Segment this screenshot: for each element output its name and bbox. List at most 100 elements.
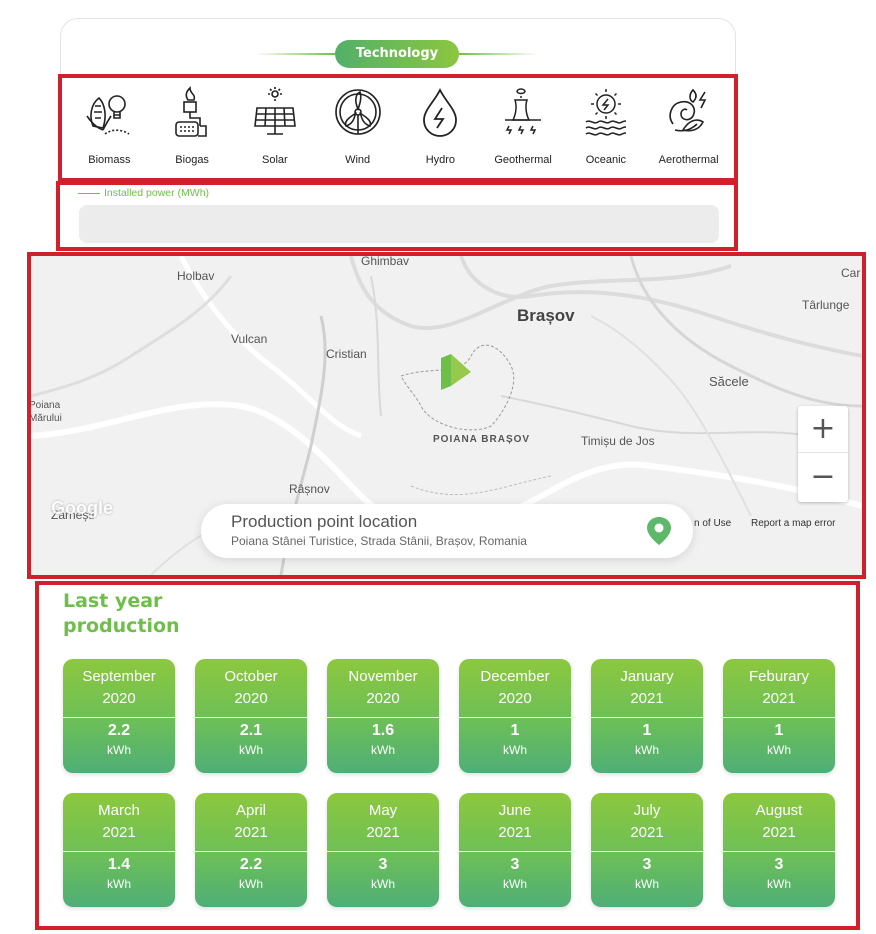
month-label: March xyxy=(98,802,140,819)
production-value: 1.6 xyxy=(371,722,395,739)
location-pin-icon[interactable] xyxy=(645,516,673,546)
production-unit: kWh xyxy=(635,877,659,891)
tech-label-biomass: Biomass xyxy=(88,154,131,166)
card-divider xyxy=(327,851,439,852)
production-unit: kWh xyxy=(107,877,131,891)
month-label: July xyxy=(633,802,661,819)
card-divider xyxy=(723,717,835,718)
year-label: 2021 xyxy=(234,824,268,841)
map-label-ghimbav: Ghimbav xyxy=(361,254,410,268)
month-label: December xyxy=(480,668,550,685)
zoom-out-button[interactable]: − xyxy=(798,454,848,501)
production-month-card: December 2020 1 kWh xyxy=(459,659,571,773)
year-label: 2021 xyxy=(498,824,532,841)
map-label-brasov: Brașov xyxy=(517,306,575,325)
tech-label-wind: Wind xyxy=(345,154,371,166)
tech-option-biomass[interactable]: Biomass xyxy=(68,82,151,178)
year-label: 2021 xyxy=(630,690,664,707)
map-label-holbav: Holbav xyxy=(177,269,215,283)
tech-option-wind[interactable]: Wind xyxy=(316,82,399,178)
tech-option-biogas[interactable]: Biogas xyxy=(151,82,234,178)
production-value: 1 xyxy=(774,722,784,739)
production-unit: kWh xyxy=(503,877,527,891)
card-divider xyxy=(459,717,571,718)
production-unit: kWh xyxy=(239,743,263,757)
tech-label-oceanic: Oceanic xyxy=(585,154,627,166)
production-unit: kWh xyxy=(371,877,395,891)
installed-power-input[interactable] xyxy=(79,205,719,243)
month-label: November xyxy=(348,668,418,685)
production-value: 3 xyxy=(378,856,388,873)
water-drop-icon xyxy=(423,87,458,137)
google-logo: Google xyxy=(51,498,113,518)
month-label: Feburary xyxy=(748,668,810,685)
oceanic-icon xyxy=(585,89,626,136)
location-address: Poiana Stânei Turistice, Strada Stânii, … xyxy=(231,534,527,548)
production-month-card: September 2020 2.2 kWh xyxy=(63,659,175,773)
production-value: 2.2 xyxy=(239,856,263,873)
wind-turbine-icon xyxy=(334,89,381,135)
production-month-grid: September 2020 2.2 kWh October 2020 2.1 kWh Nove… xyxy=(63,659,843,909)
year-label: 2020 xyxy=(498,690,532,707)
card-divider xyxy=(723,851,835,852)
map-label-cristian: Cristian xyxy=(326,347,367,361)
zoom-in-button[interactable]: + xyxy=(798,406,848,453)
production-value: 1.4 xyxy=(107,856,131,873)
production-title: Last year production xyxy=(63,590,180,637)
card-divider xyxy=(591,851,703,852)
production-month-card: November 2020 1.6 kWh xyxy=(327,659,439,773)
production-month-card: April 2021 2.2 kWh xyxy=(195,793,307,907)
tech-option-oceanic[interactable]: Oceanic xyxy=(565,82,648,178)
map-label-tarlungeni: Târlunge xyxy=(802,298,850,312)
technology-title: Technology xyxy=(335,40,459,68)
tech-option-solar[interactable]: Solar xyxy=(234,82,317,178)
month-label: May xyxy=(368,802,398,819)
biogas-icon xyxy=(175,86,207,137)
card-divider xyxy=(63,851,175,852)
year-label: 2021 xyxy=(366,824,400,841)
production-month-card: October 2020 2.1 kWh xyxy=(195,659,307,773)
production-unit: kWh xyxy=(371,743,395,757)
tech-option-hydro[interactable]: Hydro xyxy=(399,82,482,178)
production-value: 3 xyxy=(774,856,784,873)
month-label: October xyxy=(224,668,278,685)
tech-option-aerothermal[interactable]: Aerothermal xyxy=(647,82,730,178)
map-terms-link[interactable]: n of Use xyxy=(694,518,731,529)
header-line-left xyxy=(255,53,335,55)
map-label-marului: Mărului xyxy=(29,413,62,424)
tech-label-solar: Solar xyxy=(262,154,288,166)
production-location-card: Production point location Poiana Stânei … xyxy=(201,504,693,558)
map-section: Holbav Ghimbav Car Târlunge Brașov Vulca… xyxy=(27,252,866,579)
production-value: 1 xyxy=(510,722,520,739)
month-label: September xyxy=(82,668,156,685)
year-label: 2021 xyxy=(762,824,796,841)
tech-option-geothermal[interactable]: Geothermal xyxy=(482,82,565,178)
geothermal-plant-icon xyxy=(505,88,542,135)
map-label-poiana: Poiana xyxy=(29,400,61,411)
aerothermal-icon xyxy=(669,88,706,132)
location-title: Production point location xyxy=(231,512,418,531)
production-unit: kWh xyxy=(239,877,263,891)
tech-label-hydro: Hydro xyxy=(425,154,456,166)
technology-selector: Biomass Biogas Solar Wind Hydro Geotherm… xyxy=(58,74,738,182)
technology-header: Technology xyxy=(61,40,735,68)
card-divider xyxy=(327,717,439,718)
map-label-sacele: Săcele xyxy=(709,374,749,389)
installed-power-section: Installed power (MWh) xyxy=(56,181,738,251)
card-divider xyxy=(459,851,571,852)
map-report-error-link[interactable]: Report a map error xyxy=(751,518,835,529)
production-unit: kWh xyxy=(767,743,791,757)
production-unit: kWh xyxy=(767,877,791,891)
year-label: 2021 xyxy=(630,824,664,841)
year-label: 2021 xyxy=(762,690,796,707)
biomass-icon xyxy=(86,95,130,135)
card-divider xyxy=(63,717,175,718)
production-month-card: Feburary 2021 1 kWh xyxy=(723,659,835,773)
tech-label-biogas: Biogas xyxy=(175,154,209,166)
card-divider xyxy=(195,851,307,852)
year-label: 2020 xyxy=(102,690,136,707)
production-value: 3 xyxy=(510,856,520,873)
installed-power-label: Installed power (MWh) xyxy=(78,187,209,199)
map-label-vulcan: Vulcan xyxy=(231,332,268,346)
year-label: 2021 xyxy=(102,824,136,841)
